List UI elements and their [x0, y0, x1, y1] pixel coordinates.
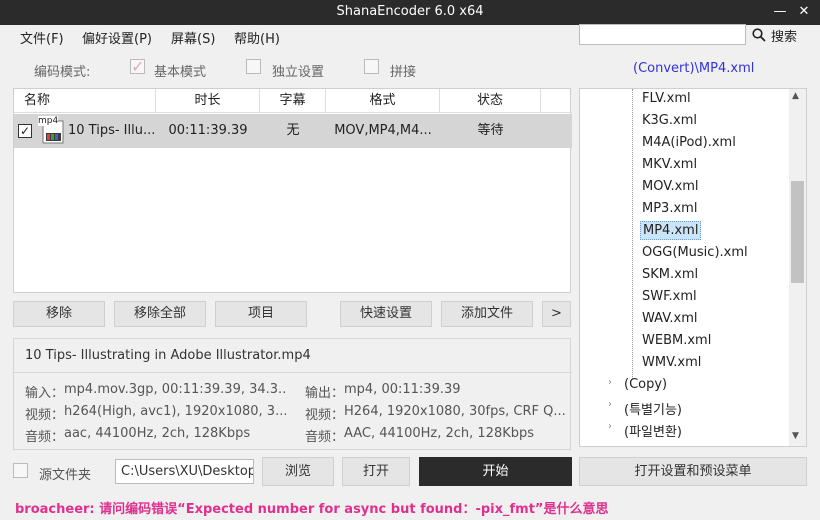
search-label: 搜索	[771, 30, 798, 45]
video-input-value: h264(High, avc1), 1920x1080, 3...	[64, 404, 286, 419]
tree-item-mp3[interactable]: MP3.xml	[642, 201, 697, 216]
output-value: mp4, 00:11:39.39	[344, 382, 461, 397]
expand-arrow-icon[interactable]: ›	[608, 421, 612, 432]
menu-screen[interactable]: 屏幕(S)	[171, 28, 215, 47]
divider	[14, 372, 572, 373]
tree-folder-copy[interactable]: (Copy)	[624, 377, 667, 392]
independent-settings-checkbox[interactable]	[246, 59, 261, 74]
tree-item-m4a[interactable]: M4A(iPod).xml	[642, 135, 736, 150]
table-header: 名称 时长 字幕 格式 状态	[14, 89, 572, 113]
basic-mode-checkbox[interactable]: ✓	[130, 57, 145, 76]
open-button[interactable]: 打开	[342, 457, 410, 486]
menu-file[interactable]: 文件(F)	[20, 28, 64, 47]
quick-settings-button[interactable]: 快速设置	[340, 301, 432, 327]
concat-label: 拼接	[390, 65, 417, 80]
scroll-thumb[interactable]	[791, 181, 804, 283]
scroll-up-icon[interactable]: ▲	[792, 91, 799, 101]
cell-duration: 00:11:39.39	[168, 123, 248, 138]
status-bar: broacheer: 请问编码错误“Expected number for as…	[0, 494, 820, 520]
info-filename: 10 Tips- Illustrating in Adobe Illustrat…	[25, 348, 311, 363]
column-header-name[interactable]: 名称	[14, 89, 156, 112]
tree-guide-line	[632, 89, 633, 379]
audio-output-label: 音频：	[305, 430, 345, 445]
audio-output-value: AAC, 44100Hz, 2ch, 128Kbps	[344, 426, 535, 441]
video-output-value: H264, 1920x1080, 30fps, CRF Q...	[344, 404, 566, 419]
tree-item-k3g[interactable]: K3G.xml	[642, 113, 697, 128]
start-button[interactable]: 开始	[419, 457, 572, 486]
tree-item-ogg[interactable]: OGG(Music).xml	[642, 245, 748, 260]
item-button[interactable]: 项目	[215, 301, 307, 327]
tree-item-webm[interactable]: WEBM.xml	[642, 333, 711, 348]
cell-status: 等待	[477, 123, 504, 138]
tree-item-swf[interactable]: SWF.xml	[642, 289, 697, 304]
source-folder-checkbox[interactable]	[13, 463, 28, 478]
tree-item-wav[interactable]: WAV.xml	[642, 311, 698, 326]
tree-item-mkv[interactable]: MKV.xml	[642, 157, 697, 172]
tree-item-mov[interactable]: MOV.xml	[642, 179, 699, 194]
tree-item-wmv[interactable]: WMV.xml	[642, 355, 701, 370]
tree-folder-special[interactable]: (특별기능)	[624, 399, 682, 418]
title-bar: ShanaEncoder 6.0 x64 — ✕	[0, 0, 820, 25]
window-title: ShanaEncoder 6.0 x64	[336, 4, 484, 19]
search-icon	[752, 28, 766, 42]
tree-item-flv[interactable]: FLV.xml	[642, 91, 691, 106]
source-folder-label: 源文件夹	[39, 468, 92, 483]
file-table[interactable]: 名称 时长 字幕 格式 状态 ✓ mp4 10 Tips- Illu... 00…	[13, 88, 572, 293]
menu-help[interactable]: 帮助(H)	[234, 28, 280, 47]
expand-arrow-icon[interactable]: ›	[608, 399, 612, 410]
column-header-duration[interactable]: 时长	[156, 89, 260, 112]
cell-format: MOV,MP4,M4...	[334, 123, 432, 138]
column-header-status[interactable]: 状态	[440, 89, 541, 112]
column-header-format[interactable]: 格式	[326, 89, 440, 112]
source-path-field[interactable]: C:\Users\XU\Desktop	[115, 459, 254, 484]
concat-checkbox[interactable]	[364, 59, 379, 74]
audio-input-value: aac, 44100Hz, 2ch, 128Kbps	[64, 426, 251, 441]
tree-folder-convert[interactable]: (파일변환)	[624, 421, 682, 440]
cell-name: 10 Tips- Illu...	[68, 123, 156, 138]
tree-scrollbar[interactable]: ▲ ▼	[789, 89, 806, 446]
output-label: 输出：	[305, 386, 345, 401]
basic-mode-label: 基本模式	[154, 65, 207, 80]
tree-item-skm[interactable]: SKM.xml	[642, 267, 698, 282]
video-label: 视频：	[25, 408, 65, 423]
minimize-button[interactable]: —	[770, 2, 790, 22]
add-file-button[interactable]: 添加文件	[441, 301, 533, 327]
check-icon: ✓	[131, 57, 145, 76]
audio-label: 音频：	[25, 430, 65, 445]
remove-all-button[interactable]: 移除全部	[114, 301, 206, 327]
status-message: broacheer: 请问编码错误“Expected number for as…	[15, 502, 609, 517]
open-settings-button[interactable]: 打开设置和预设菜单	[579, 457, 807, 486]
file-info-panel: 10 Tips- Illustrating in Adobe Illustrat…	[13, 338, 572, 450]
search-input[interactable]	[579, 24, 746, 45]
independent-settings-label: 独立设置	[272, 65, 325, 80]
column-header-subtitle[interactable]: 字幕	[260, 89, 326, 112]
video-output-label: 视频：	[305, 408, 345, 423]
preset-tree[interactable]: FLV.xml K3G.xml M4A(iPod).xml MKV.xml MO…	[579, 88, 807, 447]
more-button[interactable]: >	[542, 301, 571, 327]
row-checkbox[interactable]: ✓	[18, 124, 32, 138]
mp4-file-icon: mp4	[38, 116, 66, 144]
file-type-label: mp4	[38, 116, 59, 126]
preset-path-label: (Convert)\MP4.xml	[633, 61, 755, 76]
tree-item-mp4-selected[interactable]: MP4.xml	[640, 221, 702, 240]
cell-subtitle: 无	[286, 123, 300, 138]
scroll-down-icon[interactable]: ▼	[792, 431, 799, 441]
close-button[interactable]: ✕	[794, 2, 814, 22]
browse-button[interactable]: 浏览	[262, 457, 334, 486]
expand-arrow-icon[interactable]: ›	[608, 377, 612, 388]
input-label: 输入：	[25, 386, 65, 401]
search-button[interactable]: 搜索	[750, 26, 810, 45]
encoding-mode-label: 编码模式:	[34, 65, 91, 80]
input-value: mp4.mov.3gp, 00:11:39.39, 34.3...	[64, 382, 286, 397]
remove-button[interactable]: 移除	[13, 301, 105, 327]
table-row[interactable]: ✓ mp4 10 Tips- Illu... 00:11:39.39 无 MOV…	[14, 114, 572, 148]
menu-preferences[interactable]: 偏好设置(P)	[82, 28, 152, 47]
